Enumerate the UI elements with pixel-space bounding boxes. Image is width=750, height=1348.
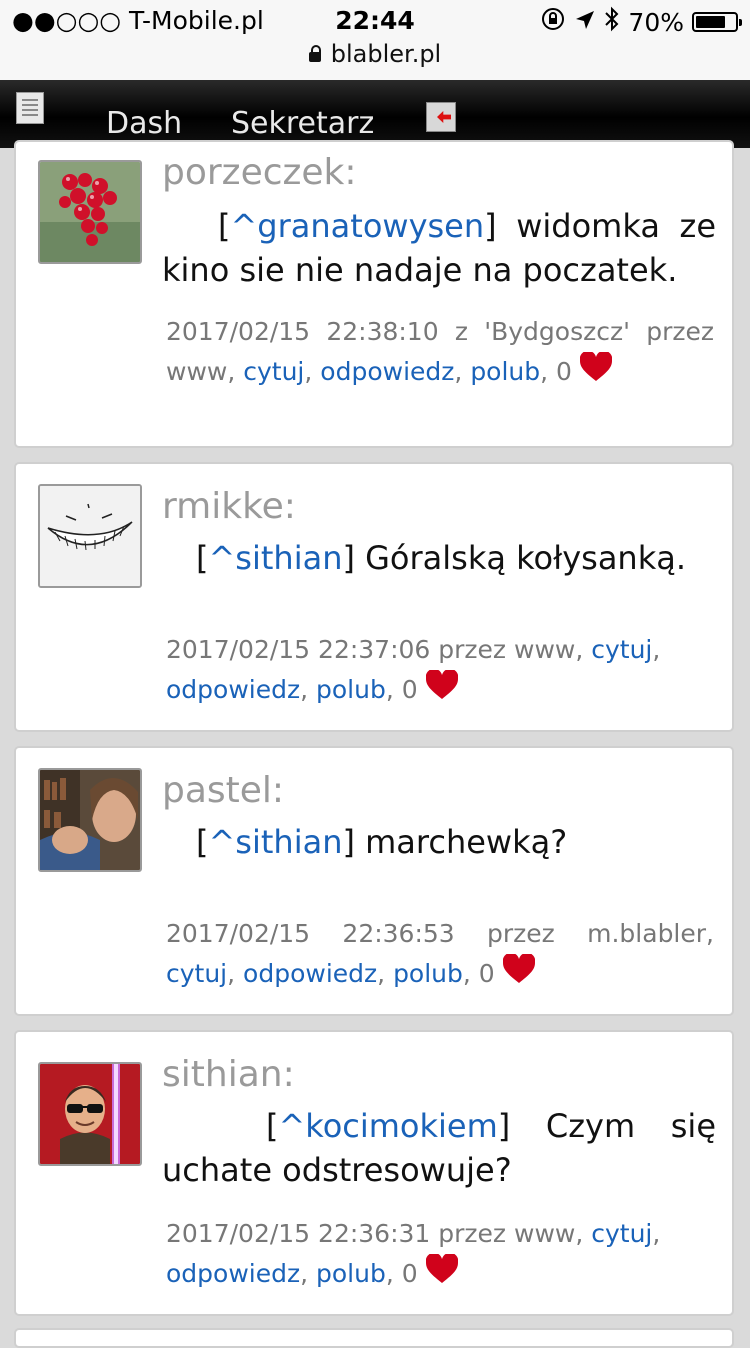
post-datetime: 2017/02/15 22:36:31 (166, 1219, 431, 1248)
post-author[interactable]: pastel: (162, 770, 284, 811)
post-card: porzeczek: [^granatowysen] widomka ze ki… (14, 140, 734, 448)
post-card: pastel: [^sithian] marchewką? 2017/02/15… (14, 746, 734, 1016)
bluetooth-icon (604, 6, 620, 38)
avatar[interactable] (38, 1062, 142, 1166)
avatar[interactable] (38, 484, 142, 588)
orientation-lock-icon (540, 6, 566, 38)
reply-link[interactable]: odpowiedz (166, 675, 300, 704)
quote-link[interactable]: cytuj (591, 635, 652, 664)
mention-link[interactable]: ^kocimokiem (278, 1107, 497, 1145)
post-meta: 2017/02/15 22:38:10 z 'Bydgoszcz' przez … (166, 312, 714, 394)
post-card: sithian: [^kocimokiem] Czym się uchate o… (14, 1030, 734, 1316)
like-link[interactable]: polub (316, 675, 386, 704)
status-bar: ●●○○○ T-Mobile.pl 22:44 70% blabler.pl (0, 0, 750, 81)
like-link[interactable]: polub (316, 1259, 386, 1288)
post-source: przez m.blabler, (487, 919, 714, 948)
heart-icon (502, 952, 535, 996)
post-datetime: 2017/02/15 22:37:06 (166, 635, 431, 664)
post-author[interactable]: porzeczek: (162, 152, 357, 193)
post-datetime: 2017/02/15 22:36:53 (166, 919, 455, 948)
like-count: 0 (401, 1259, 418, 1288)
like-link[interactable]: polub (470, 357, 540, 386)
reply-link[interactable]: odpowiedz (166, 1259, 300, 1288)
post-card: rmikke: [^sithian] Góralską kołysanką. 2… (14, 462, 734, 732)
address-bar[interactable]: blabler.pl (0, 40, 750, 68)
post-datetime: 2017/02/15 22:38:10 (166, 317, 439, 346)
nav-sekretarz[interactable]: Sekretarz (231, 106, 374, 141)
reply-link[interactable]: odpowiedz (243, 959, 377, 988)
reply-link[interactable]: odpowiedz (320, 357, 454, 386)
post-text: [^granatowysen] widomka ze kino sie nie … (162, 207, 716, 289)
avatar[interactable] (38, 160, 142, 264)
post-author[interactable]: sithian: (162, 1054, 295, 1095)
heart-icon (425, 1252, 458, 1296)
like-count: 0 (478, 959, 495, 988)
heart-icon (425, 668, 458, 712)
url-text: blabler.pl (330, 40, 442, 68)
post-source: przez www, (438, 1219, 584, 1248)
logout-icon[interactable] (426, 102, 456, 132)
post-body: marchewką? (365, 823, 568, 861)
post-text: [^sithian] Góralską kołysanką. (196, 539, 687, 577)
post-author[interactable]: rmikke: (162, 486, 296, 527)
quote-link[interactable]: cytuj (166, 959, 227, 988)
mention-link[interactable]: ^granatowysen (230, 207, 484, 245)
like-count: 0 (556, 357, 572, 386)
status-icons: 70% (540, 6, 742, 38)
like-link[interactable]: polub (393, 959, 463, 988)
top-nav: Dash Sekretarz (0, 80, 750, 148)
document-icon[interactable] (16, 92, 44, 124)
post-card (14, 1328, 734, 1348)
post-text: [^kocimokiem] Czym się uchate odstresowu… (162, 1107, 717, 1189)
post-meta: 2017/02/15 22:36:31 przez www, cytuj, od… (166, 1214, 714, 1296)
post-meta: 2017/02/15 22:36:53 przez m.blabler, cyt… (166, 914, 714, 996)
like-count: 0 (401, 675, 418, 704)
post-text: [^sithian] marchewką? (196, 823, 568, 861)
mention-link[interactable]: ^sithian (208, 823, 342, 861)
quote-link[interactable]: cytuj (243, 357, 304, 386)
heart-icon (579, 350, 613, 394)
post-meta: 2017/02/15 22:37:06 przez www, cytuj, od… (166, 630, 714, 712)
post-source: przez www, (438, 635, 584, 664)
post-body: Góralską kołysanką. (365, 539, 687, 577)
battery-icon (692, 12, 742, 32)
mention-link[interactable]: ^sithian (208, 539, 342, 577)
nav-dash[interactable]: Dash (106, 106, 182, 141)
battery-percent: 70% (628, 7, 684, 37)
location-icon (574, 8, 596, 37)
lock-icon (308, 45, 321, 62)
avatar[interactable] (38, 768, 142, 872)
quote-link[interactable]: cytuj (591, 1219, 652, 1248)
